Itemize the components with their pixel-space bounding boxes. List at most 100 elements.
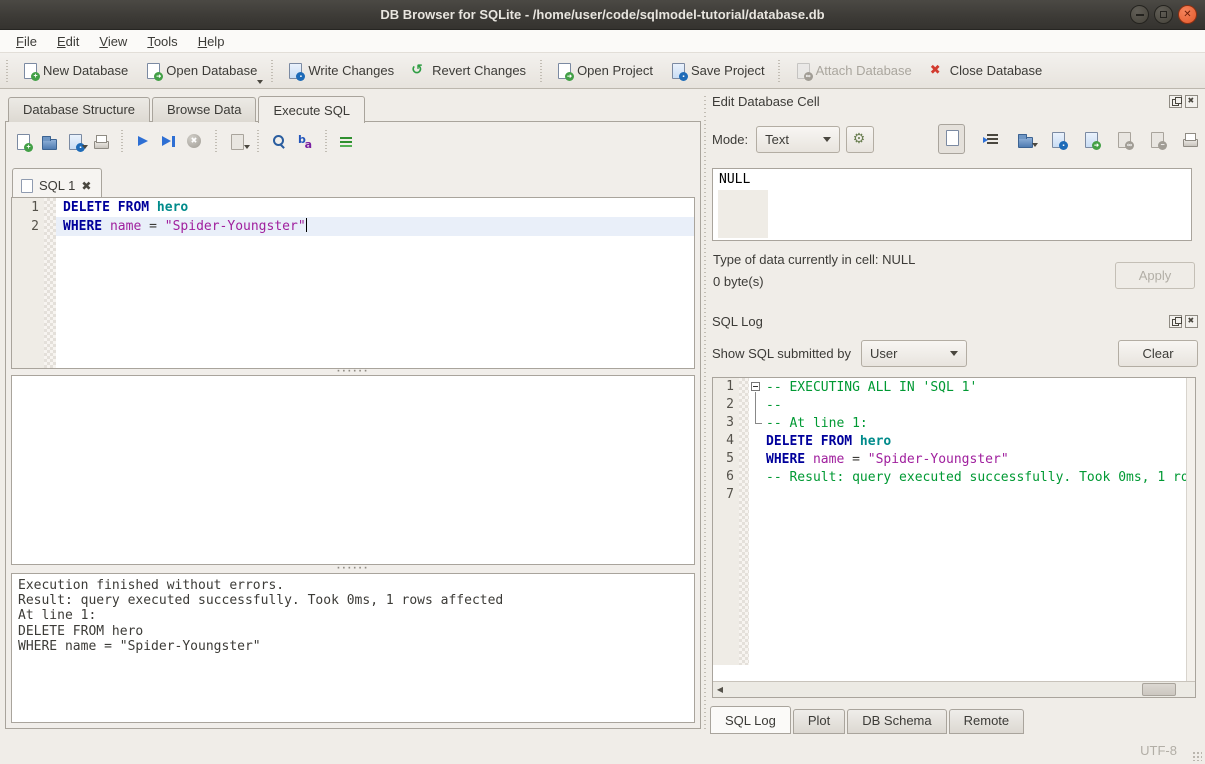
text-mode-toggle[interactable] <box>938 124 965 154</box>
horizontal-scrollbar[interactable]: ◀ ▶ <box>713 681 1195 697</box>
toolbar-separator <box>538 60 543 82</box>
sql-tab-label: SQL 1 <box>39 178 75 193</box>
fold-marker[interactable] <box>749 378 764 396</box>
editor-line: 1 DELETE FROM hero <box>12 198 694 217</box>
minimize-button[interactable] <box>1130 5 1149 24</box>
close-database-icon <box>928 62 945 79</box>
float-dock-icon[interactable] <box>1169 95 1182 108</box>
toolbar-separator <box>213 130 218 152</box>
print-cell-button[interactable] <box>1181 131 1198 148</box>
tab-plot[interactable]: Plot <box>793 709 845 734</box>
menu-tools[interactable]: Tools <box>137 32 187 51</box>
scroll-left-icon[interactable]: ◀ <box>713 683 727 697</box>
close-database-button[interactable]: Close Database <box>920 58 1051 83</box>
save-sql-file-button[interactable] <box>66 133 83 150</box>
save-project-button[interactable]: Save Project <box>661 58 773 83</box>
sql-log-view[interactable]: 1 -- EXECUTING ALL IN 'SQL 1' 2 -- 3 -- … <box>712 377 1196 698</box>
execute-all-button[interactable] <box>134 133 151 150</box>
sql-editor[interactable]: 1 DELETE FROM hero 2 WHERE name = "Spide… <box>11 197 695 369</box>
cell-value-editor[interactable]: NULL <box>712 168 1192 241</box>
scrollbar-thumb[interactable] <box>1142 683 1176 696</box>
print-button[interactable] <box>92 133 109 150</box>
editor-margin <box>44 198 56 217</box>
export-cell-button[interactable] <box>1049 131 1066 148</box>
editor-margin <box>44 217 56 236</box>
open-project-button[interactable]: Open Project <box>547 58 661 83</box>
toolbar-separator <box>269 60 274 82</box>
submitted-by-select[interactable]: User <box>861 340 967 367</box>
attach-database-icon <box>794 62 811 79</box>
open-sql-tab-button[interactable] <box>14 133 31 150</box>
write-changes-button[interactable]: Write Changes <box>278 58 402 83</box>
menu-edit[interactable]: Edit <box>47 32 89 51</box>
toolbar-separator <box>777 60 782 82</box>
titlebar: DB Browser for SQLite - /home/user/code/… <box>0 0 1205 30</box>
close-button[interactable]: ✕ <box>1178 5 1197 24</box>
open-project-icon <box>555 62 572 79</box>
set-null-button <box>1148 131 1165 148</box>
menu-view[interactable]: View <box>89 32 137 51</box>
mode-select[interactable]: Text <box>756 126 840 153</box>
format-sql-button[interactable] <box>296 133 313 150</box>
close-dock-icon[interactable] <box>1185 315 1198 328</box>
app-window: DB Browser for SQLite - /home/user/code/… <box>0 0 1205 764</box>
link-icon[interactable] <box>1115 131 1132 148</box>
chevron-down-icon <box>823 137 831 142</box>
dock-tab-bar: SQL Log Plot DB Schema Remote <box>710 706 1026 734</box>
open-database-button[interactable]: Open Database <box>136 58 265 83</box>
log-line: 4 DELETE FROM hero <box>713 432 1186 450</box>
float-dock-icon[interactable] <box>1169 315 1182 328</box>
close-dock-icon[interactable] <box>1185 95 1198 108</box>
tab-database-structure[interactable]: Database Structure <box>8 97 150 122</box>
new-database-button[interactable]: New Database <box>13 58 136 83</box>
open-in-external-button[interactable] <box>1082 131 1099 148</box>
splitter-handle[interactable]: ······ <box>11 567 695 572</box>
maximize-icon <box>1160 11 1167 18</box>
tab-sql-log[interactable]: SQL Log <box>710 706 791 734</box>
execute-line-button[interactable] <box>160 133 177 150</box>
results-view <box>11 375 695 565</box>
tab-db-schema[interactable]: DB Schema <box>847 709 946 734</box>
auto-switch-button[interactable] <box>846 126 874 153</box>
menu-file[interactable]: File <box>6 32 47 51</box>
chevron-down-icon <box>950 351 958 356</box>
revert-changes-icon <box>410 62 427 79</box>
minimize-icon <box>1136 14 1144 16</box>
find-replace-button[interactable] <box>270 133 287 150</box>
sql-document-icon <box>21 179 33 193</box>
open-database-dropdown-icon[interactable] <box>257 80 263 84</box>
cell-info: Type of data currently in cell: NULL 0 b… <box>713 252 1198 289</box>
word-wrap-button[interactable] <box>338 133 355 150</box>
cell-mode-row: Mode: Text <box>712 125 1198 153</box>
close-tab-icon[interactable]: ✖ <box>81 179 91 193</box>
cell-editor-margin <box>718 190 768 238</box>
panel-splitter[interactable] <box>701 96 708 729</box>
tab-execute-sql[interactable]: Execute SQL <box>258 96 365 123</box>
word-wrap-icon[interactable] <box>983 131 1000 148</box>
stop-button <box>186 133 203 150</box>
log-line: 1 -- EXECUTING ALL IN 'SQL 1' <box>713 378 1186 396</box>
filter-label: Show SQL submitted by <box>712 346 851 361</box>
import-cell-button[interactable] <box>1016 131 1033 148</box>
revert-changes-button[interactable]: Revert Changes <box>402 58 534 83</box>
line-number: 1 <box>12 198 44 217</box>
tab-remote[interactable]: Remote <box>949 709 1025 734</box>
save-project-icon <box>669 62 686 79</box>
mode-label: Mode: <box>712 132 748 147</box>
toolbar-handle <box>4 60 9 82</box>
open-sql-file-button[interactable] <box>40 133 57 150</box>
cell-toolbar <box>938 124 1198 154</box>
maximize-button[interactable] <box>1154 5 1173 24</box>
sql-log-title: SQL Log <box>712 314 1166 329</box>
menu-help[interactable]: Help <box>188 32 235 51</box>
clear-log-button[interactable]: Clear <box>1118 340 1198 367</box>
editor-line-current: 2 WHERE name = "Spider-Youngster" <box>12 217 694 236</box>
right-dock: Edit Database Cell Mode: Text <box>710 92 1200 735</box>
menubar: File Edit View Tools Help <box>0 30 1205 53</box>
sql-document-tab[interactable]: SQL 1 ✖ <box>12 168 102 197</box>
text-cursor <box>306 218 307 232</box>
tab-browse-data[interactable]: Browse Data <box>152 97 256 122</box>
edit-cell-title: Edit Database Cell <box>712 94 1166 109</box>
vertical-scrollbar[interactable] <box>1186 378 1195 681</box>
resize-grip-icon[interactable] <box>1192 751 1202 761</box>
